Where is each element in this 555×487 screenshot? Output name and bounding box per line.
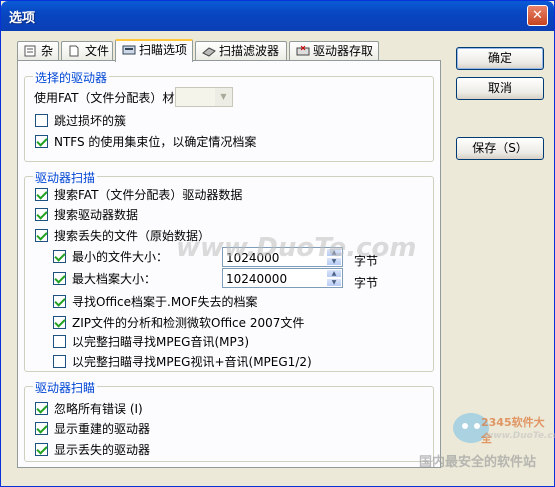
scan-options-panel: 选择的驱动器 使用FAT（文件分配表）材 ▼ 跳过损坏的簇 NTFS 的使用集束…: [17, 60, 441, 468]
tab-file[interactable]: 文件: [61, 41, 113, 61]
spin-up-icon[interactable]: ▲: [326, 269, 342, 278]
tab-drive-access-label: 驱动器存取: [313, 44, 374, 58]
drive-access-icon: [296, 44, 310, 56]
cancel-button[interactable]: 取消: [456, 77, 544, 100]
show-rebuilt-label: 显示重建的驱动器: [54, 422, 151, 436]
search-drive-option[interactable]: 搜索驱动器数据: [35, 208, 138, 222]
tab-misc[interactable]: 杂: [17, 41, 59, 61]
skip-damaged-checkbox[interactable]: [35, 114, 48, 127]
ntfs-bitmap-checkbox[interactable]: [35, 135, 48, 148]
search-drive-label: 搜索驱动器数据: [54, 208, 139, 222]
title-bar[interactable]: 选项 ✕: [1, 1, 554, 31]
misc-icon: [24, 44, 38, 57]
ntfs-bitmap-option[interactable]: NTFS 的使用集束位，以确定情况档案: [35, 135, 256, 149]
options-dialog: 选项 ✕ 杂 文件 扫瞄选项 扫描滤波器 驱动器存取 选择的驱动器 使用FAT（…: [0, 0, 555, 487]
office-mof-option[interactable]: 寻找Office档案于.MOF失去的档案: [53, 295, 258, 309]
selected-drives-title: 选择的驱动器: [33, 69, 110, 86]
zip-office2007-option[interactable]: ZIP文件的分析和检测微软Office 2007文件: [53, 316, 304, 330]
tab-scan-filter[interactable]: 扫描滤波器: [195, 41, 287, 61]
show-rebuilt-option[interactable]: 显示重建的驱动器: [35, 422, 150, 436]
close-button[interactable]: ✕: [527, 5, 548, 26]
file-icon: [68, 44, 82, 57]
spin-down-icon[interactable]: ▼: [326, 278, 342, 287]
fat-select[interactable]: ▼: [175, 87, 233, 107]
scan-options-icon: [122, 43, 136, 55]
tab-scan-filter-label: 扫描滤波器: [219, 44, 280, 58]
selected-drives-group: 选择的驱动器 使用FAT（文件分配表）材 ▼ 跳过损坏的簇 NTFS 的使用集束…: [24, 69, 434, 162]
search-fat-checkbox[interactable]: [35, 188, 48, 201]
zip-office2007-checkbox[interactable]: [53, 316, 66, 329]
save-button[interactable]: 保存（S）: [456, 137, 544, 160]
mpeg-audio-option[interactable]: 以完整扫瞄寻找MPEG音讯(MP3): [53, 335, 249, 349]
max-file-size-value: 10240000: [226, 272, 288, 286]
show-lost-checkbox[interactable]: [35, 443, 48, 456]
drive-scan2-title: 驱动器扫瞄: [33, 379, 98, 396]
tab-scan-options-label: 扫瞄选项: [139, 43, 188, 57]
max-file-size-label: 最大档案大小：: [72, 272, 157, 286]
drive-scan2-group: 驱动器扫瞄 忽略所有错误 (I) 显示重建的驱动器 显示丢失的驱动器: [24, 379, 434, 462]
center-watermark: www.DuoTe.com: [176, 233, 417, 263]
min-file-size-checkbox[interactable]: [53, 250, 66, 263]
drive-scan-group: 驱动器扫描 搜索FAT（文件分配表）驱动器数据 搜索驱动器数据 搜索丢失的文件（…: [24, 169, 434, 372]
logo-brand-watermark: 2345软件大全: [481, 416, 545, 445]
chevron-down-icon[interactable]: ▼: [215, 88, 232, 106]
skip-damaged-option[interactable]: 跳过损坏的簇: [35, 114, 126, 128]
ignore-errors-label: 忽略所有错误 (I): [54, 402, 143, 416]
skip-damaged-label: 跳过损坏的簇: [54, 114, 127, 128]
window-title: 选项: [9, 11, 36, 26]
search-lost-checkbox[interactable]: [35, 229, 48, 242]
max-file-size-option[interactable]: 最大档案大小：: [53, 272, 156, 286]
logo-url-watermark: www.DuoTe.com: [485, 431, 555, 441]
show-lost-option[interactable]: 显示丢失的驱动器: [35, 443, 150, 457]
bottom-watermark: 国内最安全的软件站: [419, 455, 537, 470]
fat-label: 使用FAT（文件分配表）材: [34, 91, 175, 105]
mpeg-audio-checkbox[interactable]: [53, 335, 66, 348]
min-file-size-label: 最小的文件大小：: [72, 250, 169, 264]
ignore-errors-option[interactable]: 忽略所有错误 (I): [35, 402, 143, 416]
max-file-size-unit: 字节: [354, 276, 379, 290]
max-file-size-checkbox[interactable]: [53, 272, 66, 285]
tab-misc-label: 杂: [41, 44, 54, 58]
show-rebuilt-checkbox[interactable]: [35, 422, 48, 435]
tab-file-label: 文件: [85, 44, 110, 58]
office-mof-label: 寻找Office档案于.MOF失去的档案: [72, 295, 258, 309]
search-drive-checkbox[interactable]: [35, 208, 48, 221]
mpeg-audio-label: 以完整扫瞄寻找MPEG音讯(MP3): [72, 335, 250, 349]
mpeg-video-label: 以完整扫瞄寻找MPEG视讯+音讯(MPEG1/2): [72, 355, 312, 369]
min-file-size-option[interactable]: 最小的文件大小：: [53, 250, 168, 264]
ntfs-bitmap-label: NTFS 的使用集束位，以确定情况档案: [54, 135, 257, 149]
search-fat-label: 搜索FAT（文件分配表）驱动器数据: [54, 188, 243, 202]
tab-scan-options[interactable]: 扫瞄选项: [115, 39, 193, 62]
tab-drive-access[interactable]: 驱动器存取: [289, 41, 379, 61]
drive-scan-title: 驱动器扫描: [33, 169, 98, 186]
ok-button[interactable]: 确定: [456, 47, 544, 70]
search-fat-option[interactable]: 搜索FAT（文件分配表）驱动器数据: [35, 188, 242, 202]
office-mof-checkbox[interactable]: [53, 295, 66, 308]
filter-icon: [202, 44, 216, 57]
show-lost-label: 显示丢失的驱动器: [54, 443, 151, 457]
mpeg-video-option[interactable]: 以完整扫瞄寻找MPEG视讯+音讯(MPEG1/2): [53, 355, 312, 369]
max-file-size-spinner: ▲ ▼: [326, 269, 342, 287]
mpeg-video-checkbox[interactable]: [53, 355, 66, 368]
max-file-size-input[interactable]: 10240000 ▲ ▼: [222, 268, 343, 288]
ignore-errors-checkbox[interactable]: [35, 402, 48, 415]
zip-office2007-label: ZIP文件的分析和检测微软Office 2007文件: [72, 316, 305, 330]
